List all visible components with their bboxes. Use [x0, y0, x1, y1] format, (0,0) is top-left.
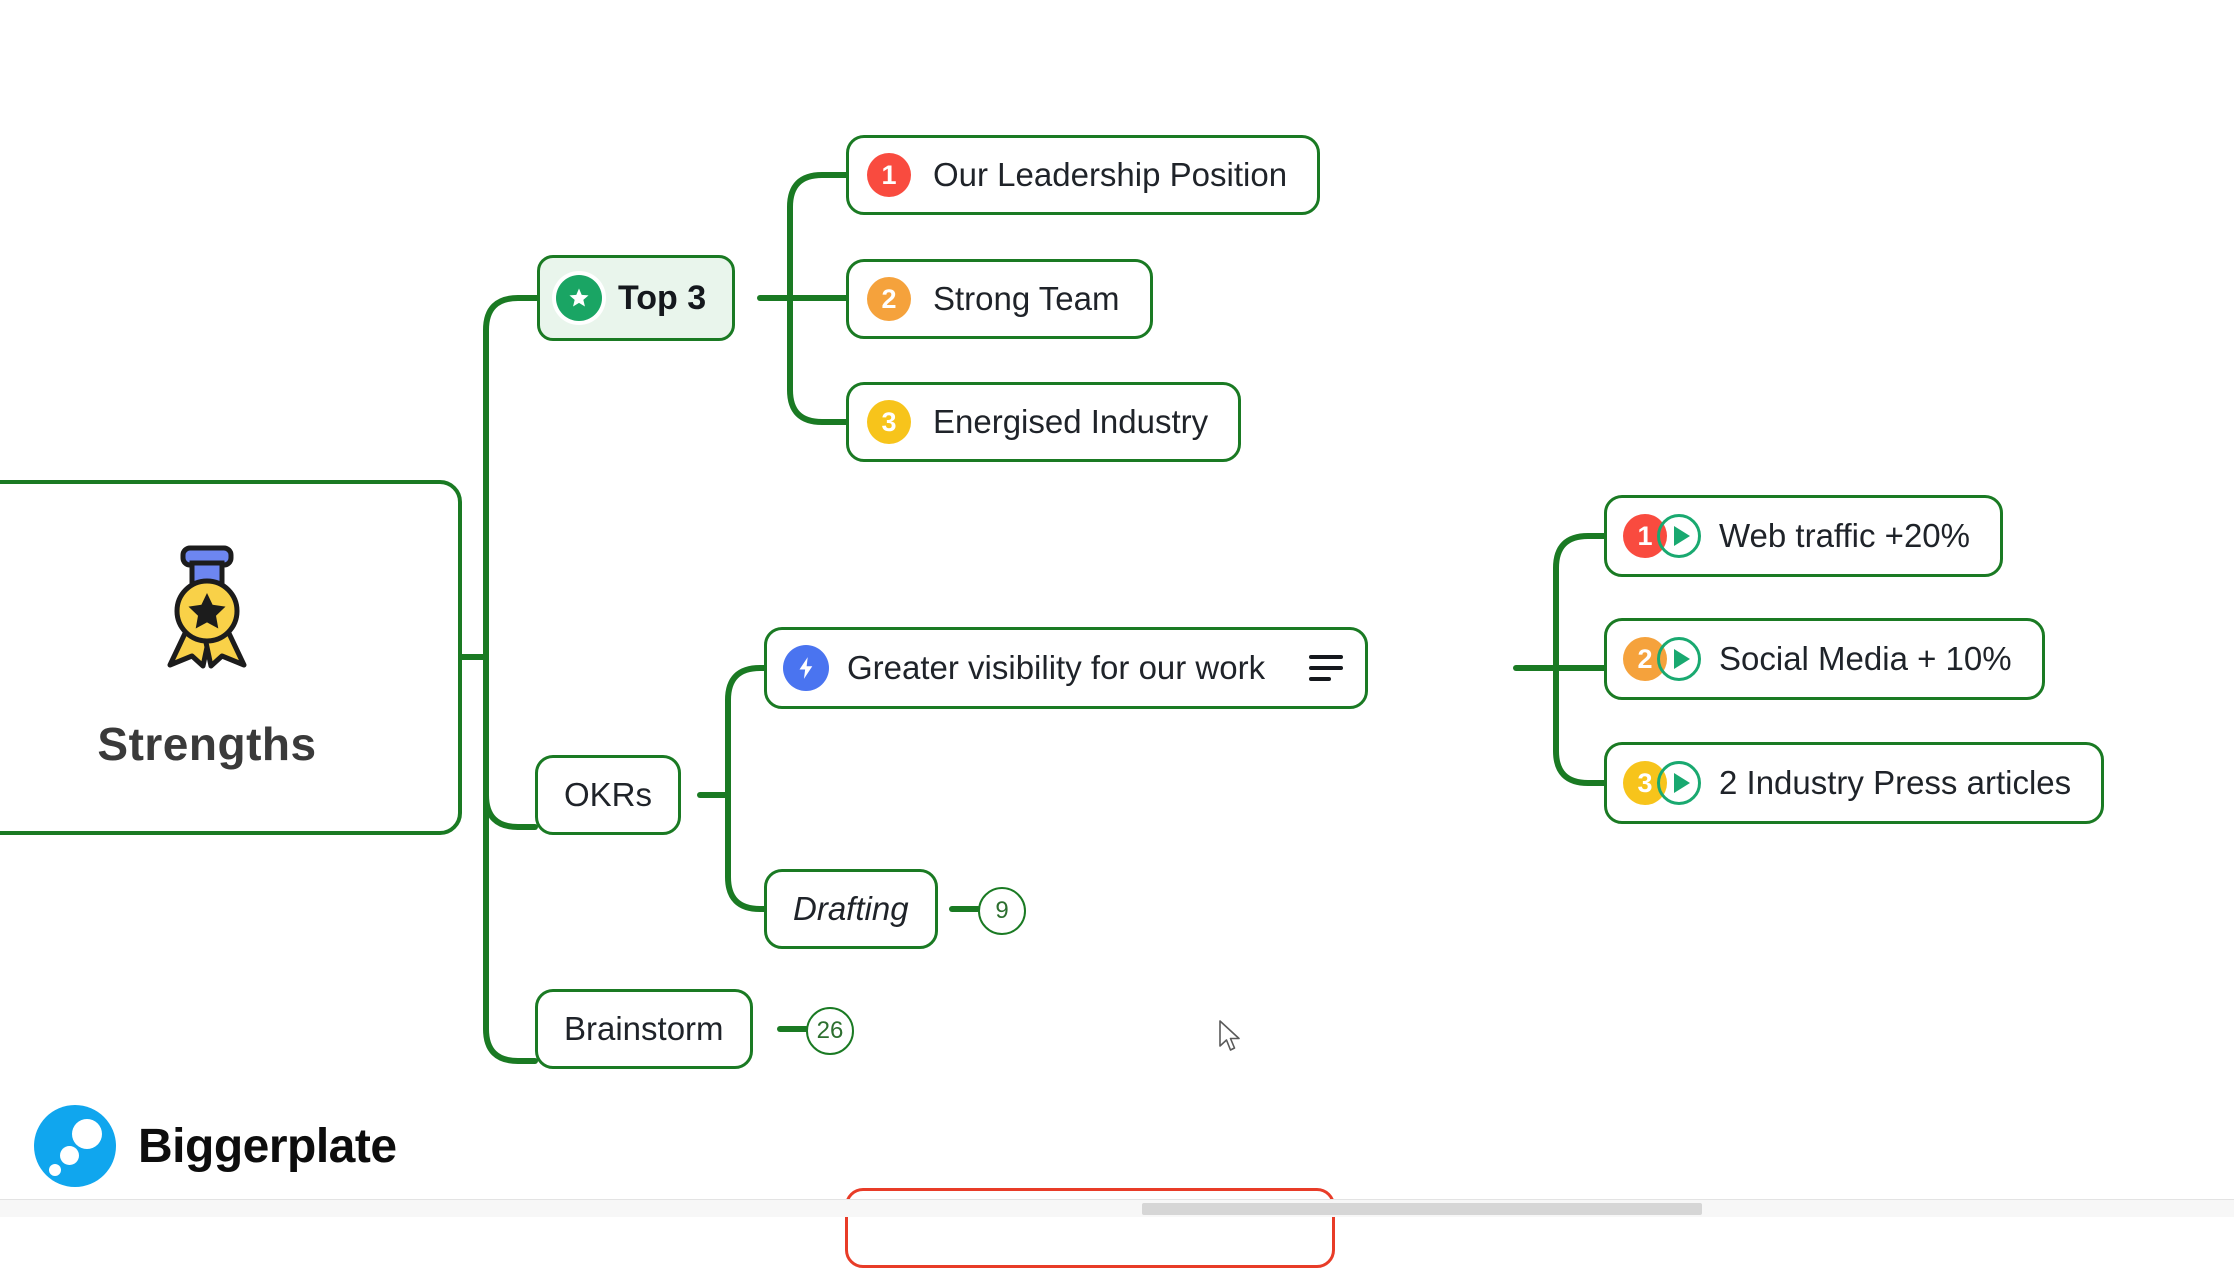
star-circle-icon: [556, 275, 602, 321]
collapsed-count-brainstorm[interactable]: 26: [806, 1007, 854, 1055]
root-node-label: Strengths: [97, 717, 317, 770]
horizontal-scrollbar[interactable]: [0, 1199, 2234, 1217]
number-badge-2: 2: [867, 277, 911, 321]
biggerplate-bubbles-icon: [34, 1105, 116, 1187]
node-okrs[interactable]: OKRs: [535, 755, 682, 835]
node-energised-industry-label: Energised Industry: [933, 403, 1209, 440]
mindmap-canvas[interactable]: Strengths Top 3 1 Our Leadership Positio…: [0, 0, 2234, 1268]
node-drafting[interactable]: Drafting: [764, 869, 938, 949]
node-brainstorm-label: Brainstorm: [564, 1010, 724, 1047]
node-drafting-label: Drafting: [793, 890, 909, 927]
node-web-traffic-label: Web traffic +20%: [1719, 517, 1970, 554]
medal-award-icon: [148, 545, 266, 669]
number-badge-1: 1: [867, 153, 911, 197]
biggerplate-watermark: Biggerplate: [34, 1105, 397, 1187]
number-badge-3: 3: [867, 400, 911, 444]
node-top-3-label: Top 3: [618, 278, 707, 317]
node-strong-team-label: Strong Team: [933, 280, 1120, 317]
key-result-icons-1: 1: [1623, 514, 1701, 558]
node-social-media[interactable]: 2 Social Media + 10%: [1604, 618, 2045, 700]
play-circle-icon: [1657, 761, 1701, 805]
key-result-icons-2: 2: [1623, 637, 1701, 681]
node-social-media-label: Social Media + 10%: [1719, 640, 2012, 677]
node-greater-visibility-label: Greater visibility for our work: [847, 649, 1266, 686]
play-circle-icon: [1657, 637, 1701, 681]
node-industry-press-articles[interactable]: 3 2 Industry Press articles: [1604, 742, 2105, 824]
node-okrs-label: OKRs: [564, 776, 653, 813]
root-node-strengths[interactable]: Strengths: [0, 480, 462, 835]
play-circle-icon: [1657, 514, 1701, 558]
node-web-traffic[interactable]: 1 Web traffic +20%: [1604, 495, 2003, 577]
node-top-3[interactable]: Top 3: [537, 255, 736, 341]
node-our-leadership-position-label: Our Leadership Position: [933, 156, 1288, 193]
node-our-leadership-position[interactable]: 1 Our Leadership Position: [846, 135, 1321, 215]
lightning-bolt-icon: [783, 645, 829, 691]
mouse-cursor: [1219, 1020, 1240, 1051]
node-industry-press-articles-label: 2 Industry Press articles: [1719, 764, 2072, 801]
node-brainstorm[interactable]: Brainstorm: [535, 989, 753, 1069]
node-energised-industry[interactable]: 3 Energised Industry: [846, 382, 1242, 462]
collapsed-count-drafting[interactable]: 9: [978, 887, 1026, 935]
biggerplate-wordmark: Biggerplate: [138, 1119, 397, 1173]
key-result-icons-3: 3: [1623, 761, 1701, 805]
node-greater-visibility[interactable]: Greater visibility for our work: [764, 627, 1369, 709]
node-strong-team[interactable]: 2 Strong Team: [846, 259, 1153, 339]
notes-lines-icon[interactable]: [1309, 655, 1344, 681]
horizontal-scrollbar-thumb[interactable]: [1142, 1203, 1702, 1215]
